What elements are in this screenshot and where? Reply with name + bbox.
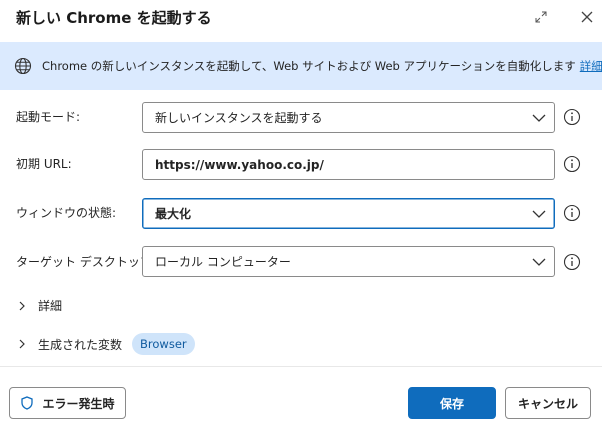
window-state-help-icon[interactable]	[563, 204, 581, 222]
on-error-button[interactable]: エラー発生時	[9, 387, 126, 419]
details-link[interactable]: 詳細	[580, 58, 602, 74]
initial-url-label: 初期 URL:	[16, 157, 72, 171]
chevron-down-icon	[532, 256, 546, 268]
chevron-right-icon	[16, 338, 28, 350]
window-state-value: 最大化	[155, 207, 192, 221]
on-error-label: エラー発生時	[42, 396, 115, 411]
variable-badge[interactable]: Browser	[132, 333, 195, 355]
initial-url-value: https://www.yahoo.co.jp/	[155, 157, 324, 172]
info-banner: Chrome の新しいインスタンスを起動して、Web サイトおよび Web アプ…	[0, 42, 602, 90]
initial-url-input[interactable]: https://www.yahoo.co.jp/	[142, 149, 555, 180]
launch-mode-select[interactable]: 新しいインスタンスを起動する	[142, 102, 555, 133]
chevron-down-icon	[532, 208, 546, 220]
launch-mode-label: 起動モード:	[16, 110, 81, 124]
save-button[interactable]: 保存	[408, 387, 496, 419]
details-label: 詳細	[38, 299, 63, 313]
target-desktop-value: ローカル コンピューター	[155, 255, 291, 269]
details-expander[interactable]: 詳細	[16, 297, 62, 314]
info-text: Chrome の新しいインスタンスを起動して、Web サイトおよび Web アプ…	[42, 59, 576, 73]
cancel-button[interactable]: キャンセル	[505, 387, 591, 419]
launch-mode-help-icon[interactable]	[563, 108, 581, 126]
shield-icon	[20, 396, 34, 410]
footer-divider	[0, 366, 602, 367]
dialog-title: 新しい Chrome を起動する	[16, 9, 212, 27]
generated-variables-label: 生成された変数	[38, 337, 123, 352]
window-state-select[interactable]: 最大化	[142, 198, 555, 229]
target-desktop-help-icon[interactable]	[563, 253, 581, 271]
target-desktop-label: ターゲット デスクトップ:	[16, 255, 156, 269]
globe-icon	[14, 57, 32, 75]
target-desktop-select[interactable]: ローカル コンピューター	[142, 246, 555, 277]
expand-button[interactable]	[528, 4, 554, 30]
initial-url-help-icon[interactable]	[563, 155, 581, 173]
expand-icon	[535, 11, 547, 23]
chevron-down-icon	[532, 112, 546, 124]
window-state-label: ウィンドウの状態:	[16, 206, 117, 220]
close-icon	[581, 11, 593, 23]
generated-variables-expander[interactable]: 生成された変数 Browser	[16, 333, 195, 355]
launch-mode-value: 新しいインスタンスを起動する	[155, 111, 323, 125]
close-button[interactable]	[574, 4, 600, 30]
chevron-right-icon	[16, 300, 28, 312]
